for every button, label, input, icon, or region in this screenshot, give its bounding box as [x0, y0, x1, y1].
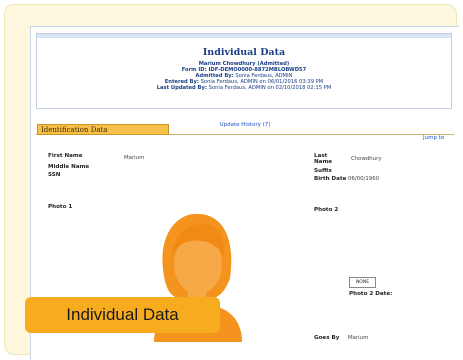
last-name-value: Chowdhury [351, 156, 382, 162]
birth-date-value: 06/00/1960 [348, 176, 380, 182]
section-title-identification: Identification Data [37, 124, 169, 135]
individual-data-badge: Individual Data [25, 297, 220, 333]
suffix-label: Suffix [314, 168, 332, 174]
header-top-bar [37, 34, 451, 38]
photo-1-label: Photo 1 [48, 204, 73, 210]
last-name-label: Last Name [314, 153, 333, 165]
goes-by-label: Goes By [314, 335, 340, 341]
birth-date-label: Birth Date [314, 176, 347, 182]
photo-2-date-label: Photo 2 Date: [349, 291, 393, 297]
last-updated-value: Sonia Ferdaus, ADMIN on 02/10/2018 02:15… [208, 85, 332, 91]
first-name-label: First Name [48, 153, 83, 159]
photo-2-none-button[interactable]: NONE [349, 277, 376, 288]
page-title: Individual Data [202, 47, 286, 58]
last-updated-label: Last Updated By: [156, 85, 207, 91]
first-name-value: Marium [124, 155, 145, 161]
goes-by-value: Marium [348, 335, 369, 341]
ssn-label: SSN [48, 172, 61, 178]
last-updated-line: Last Updated By: Sonia Ferdaus, ADMIN on… [37, 85, 451, 91]
record-header: Individual Data Marium Chowdhury (Admitt… [36, 33, 452, 109]
photo-2-label: Photo 2 [314, 207, 339, 213]
jump-to-link[interactable]: Jump to [423, 135, 444, 141]
middle-name-label: Middle Name [48, 164, 90, 170]
